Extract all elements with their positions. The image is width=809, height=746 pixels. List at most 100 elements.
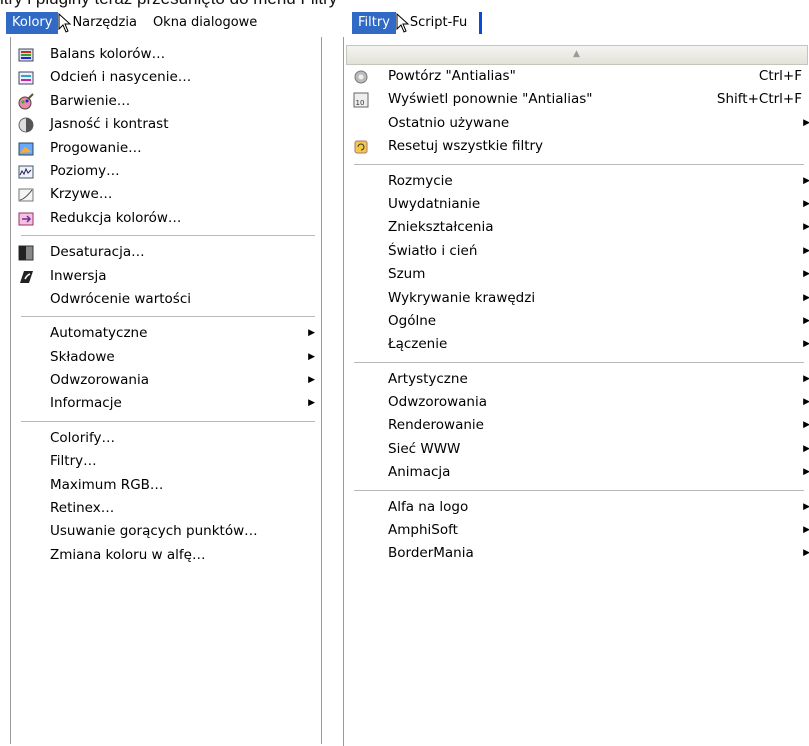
- menu-item-filtry[interactable]: Filtry…: [11, 450, 321, 473]
- menu-item-szum[interactable]: Szum ▶: [344, 263, 809, 286]
- menu-item-zmiana-koloru-w-alfe[interactable]: Zmiana koloru w alfę…: [11, 544, 321, 567]
- menu-item-siec-www[interactable]: Sieć WWW ▶: [344, 438, 809, 461]
- menu-item-retinex[interactable]: Retinex…: [11, 497, 321, 520]
- submenu-arrow-icon: ▶: [803, 175, 809, 186]
- mouse-cursor-icon: [396, 12, 410, 33]
- menu-item-odcien-i-nasycenie[interactable]: Odcień i nasycenie…: [11, 66, 321, 89]
- menu-item-label: Animacja: [388, 464, 451, 481]
- scroll-up-arrow-icon: ▲: [573, 49, 580, 59]
- menu-item-label: Informacje: [50, 395, 122, 412]
- menu-item-label: AmphiSoft: [388, 522, 458, 539]
- color-balance-icon: [17, 46, 35, 64]
- menu-item-label: Progowanie…: [50, 139, 142, 156]
- submenu-arrow-icon: ▶: [803, 292, 809, 303]
- menu-item-jasnosc-i-kontrast[interactable]: Jasność i kontrast: [11, 113, 321, 136]
- menu-item-inwersja[interactable]: Inwersja: [11, 265, 321, 288]
- menu-item-maximum-rgb[interactable]: Maximum RGB…: [11, 474, 321, 497]
- menu-item-label: Retinex…: [50, 500, 115, 517]
- menu-item-label: Jasność i kontrast: [50, 116, 169, 133]
- menu-item-label: Powtórz "Antialias": [388, 68, 516, 84]
- menu-item-krzywe[interactable]: Krzywe…: [11, 183, 321, 206]
- menu-item-label: Inwersja: [50, 267, 107, 284]
- menu-item-poziomy[interactable]: Poziomy…: [11, 160, 321, 183]
- menu-item-resetuj-wszystkie-filtry[interactable]: Resetuj wszystkie filtry: [344, 135, 809, 158]
- menu-item-automatyczne[interactable]: Automatyczne ▶: [11, 322, 321, 345]
- menu-item-artystyczne[interactable]: Artystyczne ▶: [344, 368, 809, 391]
- menu-item-odwzorowania[interactable]: Odwzorowania ▶: [11, 369, 321, 392]
- submenu-arrow-icon: ▶: [308, 328, 315, 339]
- submenu-arrow-icon: ▶: [803, 315, 809, 326]
- menu-item-wyswietl-ponownie-antialias[interactable]: 10 Wyświetl ponownie "Antialias" Shift+Ctr…: [344, 88, 809, 111]
- menu-item-rozmycie[interactable]: Rozmycie ▶: [344, 170, 809, 193]
- kolory-dropdown: Balans kolorów… Odcień i nasycenie… Barwie…: [10, 37, 322, 744]
- menu-item-powtorz-antialias[interactable]: Powtórz "Antialias" Ctrl+F: [344, 65, 809, 88]
- menu-item-label: Zmiana koloru w alfę…: [50, 546, 206, 563]
- menu-filtry[interactable]: Filtry: [352, 12, 396, 34]
- menu-item-bordermania[interactable]: BorderMania ▶: [344, 542, 809, 565]
- invert-icon: [17, 268, 35, 286]
- submenu-arrow-icon: ▶: [308, 398, 315, 409]
- filtry-dropdown: ▲ Powtórz "Antialias" Ctrl+F 10 Wyświetl po…: [343, 37, 809, 746]
- menu-item-label: Sieć WWW: [388, 440, 461, 457]
- menu-item-label: Odwzorowania: [50, 372, 149, 389]
- menu-kolory[interactable]: Kolory: [6, 12, 59, 34]
- menu-narzedzia[interactable]: Narzędzia: [72, 12, 143, 34]
- menu-item-label: Usuwanie gorących punktów…: [50, 523, 258, 540]
- menu-separator: [354, 489, 804, 491]
- menu-item-odwzorowania[interactable]: Odwzorowania ▶: [344, 391, 809, 414]
- scroll-up-button[interactable]: ▲: [346, 45, 808, 65]
- submenu-arrow-icon: ▶: [803, 269, 809, 280]
- menu-item-informacje[interactable]: Informacje ▶: [11, 392, 321, 415]
- desaturate-icon: [17, 244, 35, 262]
- colorize-icon: [17, 93, 35, 111]
- menu-item-amphisoft[interactable]: AmphiSoft ▶: [344, 519, 809, 542]
- menu-item-colorify[interactable]: Colorify…: [11, 427, 321, 450]
- menu-separator: [21, 235, 315, 237]
- menu-item-alfa-na-logo[interactable]: Alfa na logo ▶: [344, 496, 809, 519]
- menu-item-label: Redukcja kolorów…: [50, 209, 182, 226]
- menu-item-label: Światło i cień: [388, 242, 478, 259]
- menu-item-progowanie[interactable]: Progowanie…: [11, 137, 321, 160]
- menu-item-wykrywanie-krawedzi[interactable]: Wykrywanie krawędzi ▶: [344, 287, 809, 310]
- menu-item-desaturacja[interactable]: Desaturacja…: [11, 241, 321, 264]
- menu-item-uwydatnianie[interactable]: Uwydatnianie ▶: [344, 193, 809, 216]
- menu-okna-dialogowe[interactable]: Okna dialogowe: [143, 12, 263, 34]
- hue-saturation-icon: [17, 69, 35, 87]
- menu-item-ostatnio-uzywane[interactable]: Ostatnio używane ▶: [344, 112, 809, 135]
- menu-item-balans-kolorow[interactable]: Balans kolorów…: [11, 43, 321, 66]
- menu-item-label: Krzywe…: [50, 186, 113, 203]
- menu-item-swiatlo-i-cien[interactable]: Światło i cień ▶: [344, 240, 809, 263]
- menu-item-animacja[interactable]: Animacja ▶: [344, 461, 809, 484]
- menu-item-label: Odwzorowania: [388, 394, 487, 411]
- menu-item-barwienie[interactable]: Barwienie…: [11, 90, 321, 113]
- submenu-arrow-icon: ▶: [803, 467, 809, 478]
- menu-item-odwrocenie-wartosci[interactable]: Odwrócenie wartości: [11, 288, 321, 311]
- submenu-arrow-icon: ▶: [803, 397, 809, 408]
- menu-separator: [354, 163, 804, 165]
- menu-item-label: Poziomy…: [50, 162, 120, 179]
- menu-item-label: Artystyczne: [388, 370, 468, 387]
- menu-item-skladowe[interactable]: Składowe ▶: [11, 346, 321, 369]
- menu-item-label: Wykrywanie krawędzi: [388, 289, 536, 306]
- menu-item-redukcja-kolorow[interactable]: Redukcja kolorów…: [11, 207, 321, 230]
- reshow-filter-icon: 10: [352, 91, 370, 109]
- menu-item-label: Ostatnio używane: [388, 114, 510, 131]
- menu-item-znieksztalcenia[interactable]: Zniekształcenia ▶: [344, 216, 809, 239]
- menu-separator: [354, 361, 804, 363]
- submenu-arrow-icon: ▶: [803, 117, 809, 128]
- menu-item-label: Barwienie…: [50, 92, 131, 109]
- submenu-arrow-icon: ▶: [803, 525, 809, 536]
- menu-separator: [21, 316, 315, 318]
- menu-item-label: Wyświetl ponownie "Antialias": [388, 91, 593, 108]
- menubar-left: Kolory Narzędzia Okna dialogowe: [0, 11, 312, 35]
- menu-item-usuwanie-goracych-punktow[interactable]: Usuwanie gorących punktów…: [11, 520, 321, 543]
- submenu-arrow-icon: ▶: [308, 375, 315, 386]
- mouse-cursor-icon: [58, 12, 72, 33]
- menu-item-laczenie[interactable]: Łączenie ▶: [344, 333, 809, 356]
- shortcut-label: Ctrl+F: [758, 68, 802, 84]
- page-caption: ltry i pluginy teraz przesunięto do menu…: [0, 0, 337, 11]
- menu-item-ogolne[interactable]: Ogólne ▶: [344, 310, 809, 333]
- menu-item-renderowanie[interactable]: Renderowanie ▶: [344, 414, 809, 437]
- menu-script-fu[interactable]: Script-Fu: [410, 12, 473, 34]
- submenu-arrow-icon: ▶: [803, 339, 809, 350]
